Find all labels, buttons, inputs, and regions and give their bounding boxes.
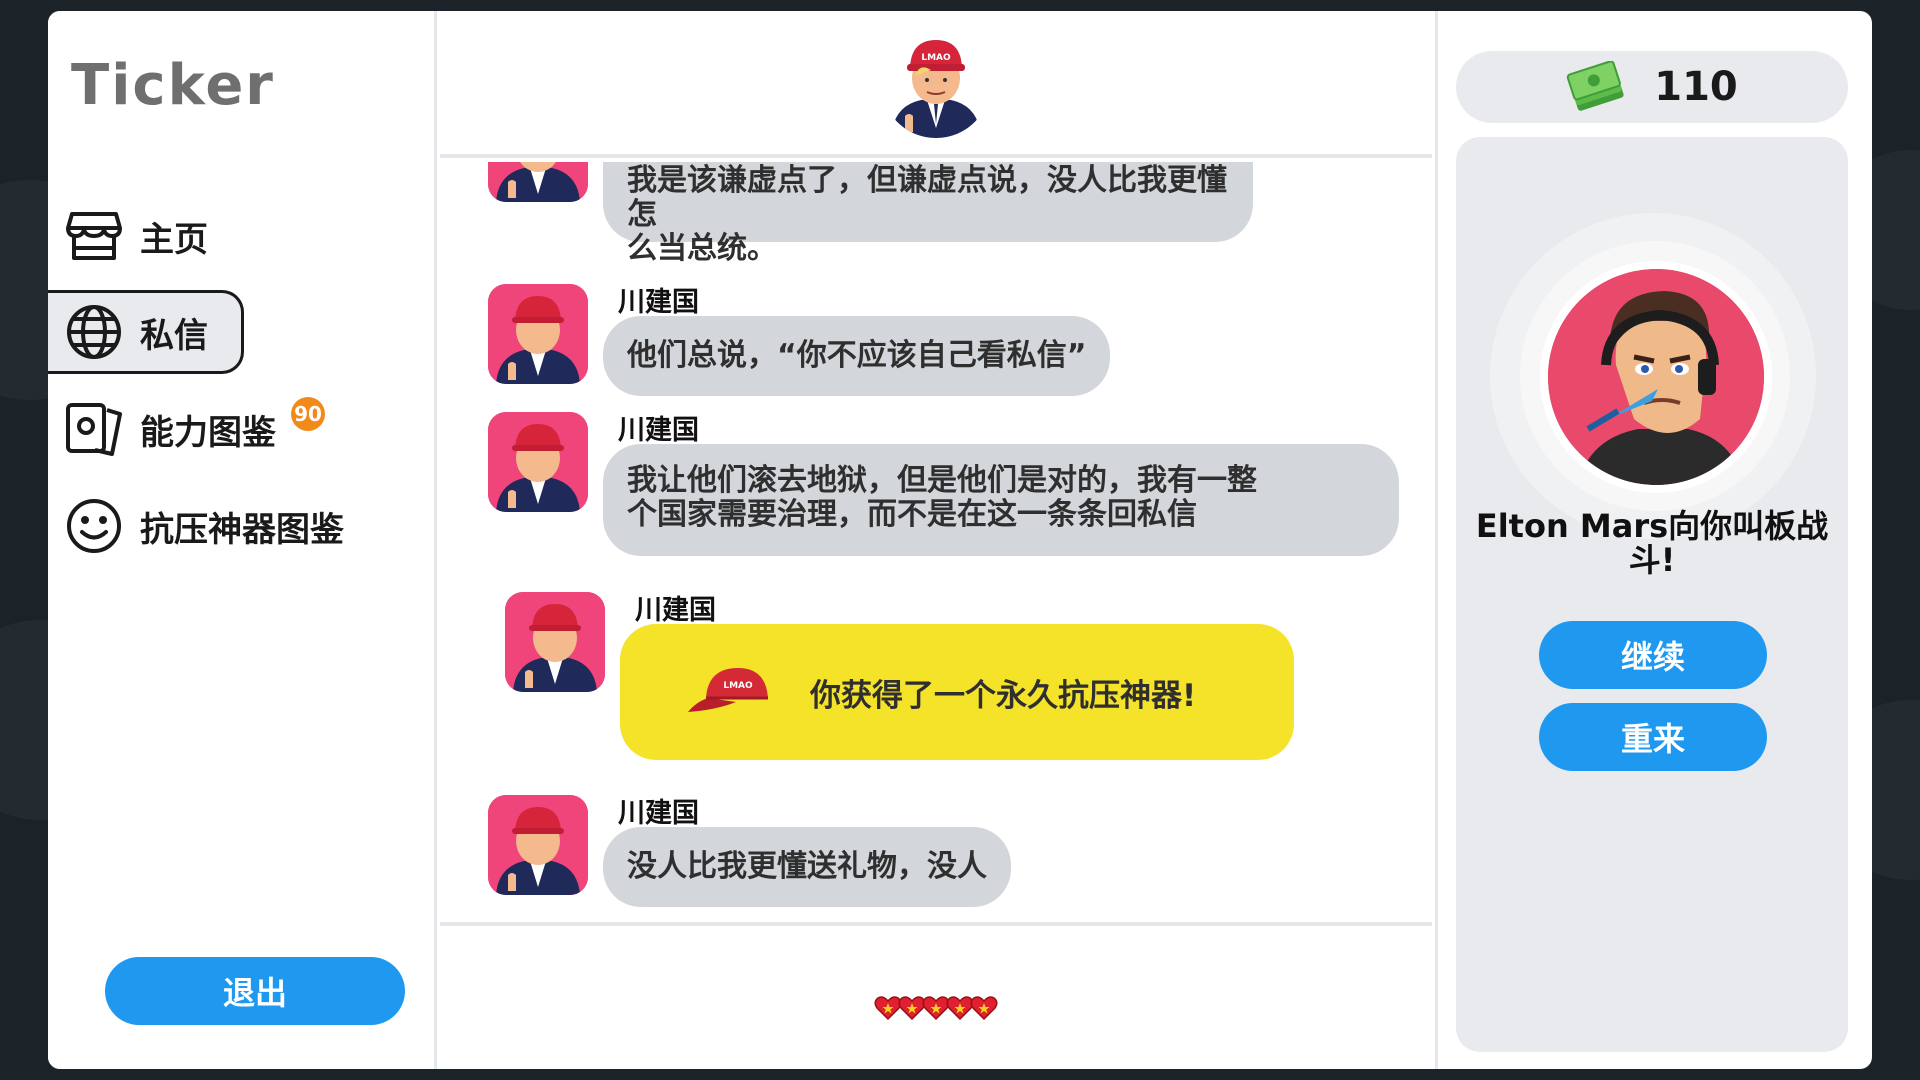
sidebar-item-label: 抗压神器图鉴 <box>140 509 344 550</box>
sidebar-item-messages[interactable]: 私信 <box>48 290 244 374</box>
opponent-avatar[interactable] <box>1540 261 1772 493</box>
store-icon <box>64 206 124 266</box>
message-text: 他们总说，“你不应该自己看私信” <box>627 338 1087 373</box>
chat-message: 川建国 我让他们滚去地狱，但是他们是对的，我有一整 个国家需要治理，而不是在这一… <box>488 412 1428 556</box>
app-window: Ticker 主页 私信 能力图鉴 90 抗压神器图鉴 退出 LMAO 我是该谦… <box>48 11 1872 1069</box>
message-bubble: 他们总说，“你不应该自己看私信” <box>603 316 1111 396</box>
sidebar: Ticker 主页 私信 能力图鉴 90 抗压神器图鉴 退出 <box>48 11 437 1069</box>
right-panel: 110 Elton Mars向你叫板战 斗! 继续 重来 <box>1435 11 1872 1069</box>
sidebar-item-abilities[interactable]: 能力图鉴 90 <box>48 387 388 471</box>
heart-icon <box>970 996 998 1021</box>
globe-icon <box>64 302 124 362</box>
cash-stack-icon <box>1566 61 1626 113</box>
restart-button[interactable]: 重来 <box>1539 703 1767 771</box>
chat-header: LMAO <box>440 11 1432 158</box>
red-cap-icon: LMAO <box>686 662 778 722</box>
gift-text: 你获得了一个永久抗压神器! <box>810 677 1197 714</box>
gift-bubble[interactable]: LMAO 你获得了一个永久抗压神器! <box>620 624 1294 760</box>
contact-avatar[interactable]: LMAO <box>881 27 991 138</box>
challenge-text-line: 斗! <box>1628 541 1676 579</box>
chat-panel: LMAO 我是该谦虚点了，但谦虚点说，没人比我更懂怎 么当总统。 川建国 他们总… <box>440 11 1432 1069</box>
message-text: 个国家需要治理，而不是在这一条条回私信 <box>627 497 1197 532</box>
money-value: 110 <box>1654 64 1738 110</box>
chat-message: 我是该谦虚点了，但谦虚点说，没人比我更懂怎 么当总统。 <box>488 162 1428 266</box>
money-display: 110 <box>1456 51 1848 123</box>
sender-name: 川建国 <box>635 595 716 626</box>
logout-button[interactable]: 退出 <box>105 957 405 1025</box>
sender-avatar[interactable] <box>505 592 605 692</box>
svg-text:LMAO: LMAO <box>723 681 753 691</box>
message-bubble: 我是该谦虚点了，但谦虚点说，没人比我更懂怎 么当总统。 <box>603 162 1253 266</box>
sender-name: 川建国 <box>618 287 699 318</box>
message-bubble: 我让他们滚去地狱，但是他们是对的，我有一整 个国家需要治理，而不是在这一条条回私… <box>603 444 1399 556</box>
sidebar-item-label: 私信 <box>140 315 208 356</box>
sidebar-item-stress-toys[interactable]: 抗压神器图鉴 <box>48 484 388 568</box>
svg-text:LMAO: LMAO <box>921 53 951 63</box>
challenge-message: Elton Mars向你叫板战 斗! <box>1474 509 1830 577</box>
message-text: 没人比我更懂送礼物，没人 <box>627 849 987 884</box>
sender-avatar[interactable] <box>488 795 588 895</box>
chat-message: 川建国 他们总说，“你不应该自己看私信” <box>488 284 1428 396</box>
continue-button[interactable]: 继续 <box>1539 621 1767 689</box>
sidebar-item-label: 能力图鉴 <box>140 412 276 453</box>
challenge-card: Elton Mars向你叫板战 斗! 继续 重来 <box>1456 137 1848 1052</box>
chat-footer <box>440 922 1432 1069</box>
sidebar-item-home[interactable]: 主页 <box>48 194 244 278</box>
cards-icon <box>64 399 124 459</box>
sidebar-item-label: 主页 <box>140 219 208 260</box>
maga-hat-avatar-icon: LMAO <box>891 39 981 138</box>
challenge-text-line: Elton Mars向你叫板战 <box>1475 507 1829 545</box>
sender-name: 川建国 <box>618 798 699 829</box>
app-title: Ticker <box>71 53 275 118</box>
sender-avatar[interactable] <box>488 284 588 384</box>
notification-badge: 90 <box>291 397 325 431</box>
sender-avatar[interactable] <box>488 162 588 202</box>
message-text: 我是该谦虚点了，但谦虚点说，没人比我更懂怎 <box>627 163 1227 232</box>
smiley-icon <box>64 496 124 556</box>
chat-message-gift: 川建国 LMAO 你获得了一个永久抗压神器! <box>505 592 1405 762</box>
message-bubble: 没人比我更懂送礼物，没人 <box>603 827 1011 907</box>
chat-message: 川建国 没人比我更懂送礼物，没人 <box>488 795 1428 907</box>
message-text: 我让他们滚去地狱，但是他们是对的，我有一整 <box>627 463 1257 498</box>
message-text: 么当总统。 <box>627 231 777 266</box>
sender-name: 川建国 <box>618 415 699 446</box>
message-list: 我是该谦虚点了，但谦虚点说，没人比我更懂怎 么当总统。 川建国 他们总说，“你不… <box>440 162 1432 930</box>
hearts-row <box>874 994 998 1022</box>
sender-avatar[interactable] <box>488 412 588 512</box>
